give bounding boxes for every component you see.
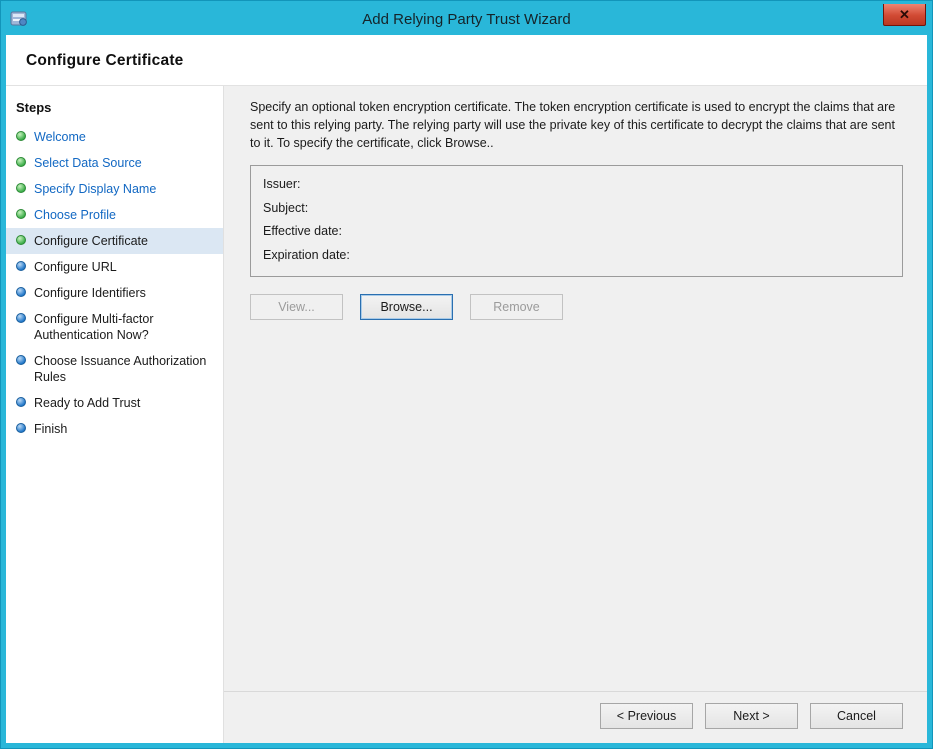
wizard-window: Add Relying Party Trust Wizard ✕ Configu… [0, 0, 933, 749]
step-pending-icon [16, 423, 26, 433]
wizard-navigation: < Previous Next > Cancel [224, 691, 927, 743]
certificate-field-label: Subject: [263, 197, 308, 221]
step-label: Choose Issuance Authorization Rules [34, 353, 215, 385]
view-button: View... [250, 294, 343, 320]
next-button[interactable]: Next > [705, 703, 798, 729]
sidebar-step-specify-display-name: Specify Display Name [6, 176, 223, 202]
step-label: Configure URL [34, 259, 117, 275]
browse-button[interactable]: Browse... [360, 294, 453, 320]
step-label: Configure Multi-factor Authentication No… [34, 311, 215, 343]
sidebar-step-configure-identifiers: Configure Identifiers [6, 280, 223, 306]
step-pending-icon [16, 313, 26, 323]
step-complete-icon [16, 209, 26, 219]
steps-header: Steps [6, 96, 223, 124]
sidebar-step-configure-url: Configure URL [6, 254, 223, 280]
window-title: Add Relying Party Trust Wizard [6, 11, 927, 28]
certificate-field: Expiration date: [263, 244, 890, 268]
sidebar-step-select-data-source: Select Data Source [6, 150, 223, 176]
step-pending-icon [16, 261, 26, 271]
page-header: Configure Certificate [6, 35, 927, 86]
step-label: Ready to Add Trust [34, 395, 140, 411]
step-label: Finish [34, 421, 67, 437]
steps-sidebar: Steps Welcome Select Data Source Specify D… [6, 86, 224, 743]
step-complete-icon [16, 157, 26, 167]
page-title: Configure Certificate [26, 52, 907, 70]
close-icon: ✕ [899, 7, 910, 22]
certificate-actions: View... Browse... Remove [250, 294, 903, 320]
step-label: Configure Identifiers [34, 285, 146, 301]
sidebar-step-configure-multi-factor-authentication-now: Configure Multi-factor Authentication No… [6, 306, 223, 348]
certificate-details-box: Issuer:Subject:Effective date:Expiration… [250, 165, 903, 277]
step-label: Welcome [34, 129, 86, 145]
step-pending-icon [16, 287, 26, 297]
step-label: Select Data Source [34, 155, 142, 171]
certificate-field: Issuer: [263, 173, 890, 197]
sidebar-step-configure-certificate: Configure Certificate [6, 228, 223, 254]
sidebar-step-finish: Finish [6, 416, 223, 442]
cancel-button[interactable]: Cancel [810, 703, 903, 729]
certificate-field: Subject: [263, 197, 890, 221]
previous-button[interactable]: < Previous [600, 703, 693, 729]
step-label: Choose Profile [34, 207, 116, 223]
sidebar-step-ready-to-add-trust: Ready to Add Trust [6, 390, 223, 416]
step-label: Specify Display Name [34, 181, 156, 197]
certificate-field-label: Issuer: [263, 173, 301, 197]
step-pending-icon [16, 355, 26, 365]
step-label: Configure Certificate [34, 233, 148, 249]
main-content: Specify an optional token encryption cer… [224, 86, 927, 743]
sidebar-step-welcome: Welcome [6, 124, 223, 150]
close-button[interactable]: ✕ [883, 4, 926, 26]
step-complete-icon [16, 183, 26, 193]
remove-button: Remove [470, 294, 563, 320]
sidebar-step-choose-issuance-authorization-rules: Choose Issuance Authorization Rules [6, 348, 223, 390]
step-complete-icon [16, 235, 26, 245]
certificate-field-label: Expiration date: [263, 244, 350, 268]
titlebar: Add Relying Party Trust Wizard ✕ [6, 6, 927, 35]
window-body: Configure Certificate Steps Welcome Selec… [6, 35, 927, 743]
step-pending-icon [16, 397, 26, 407]
certificate-field-label: Effective date: [263, 220, 342, 244]
sidebar-step-choose-profile: Choose Profile [6, 202, 223, 228]
steps-list: Welcome Select Data Source Specify Display… [6, 124, 223, 442]
certificate-field: Effective date: [263, 220, 890, 244]
step-complete-icon [16, 131, 26, 141]
description-text: Specify an optional token encryption cer… [250, 99, 900, 152]
